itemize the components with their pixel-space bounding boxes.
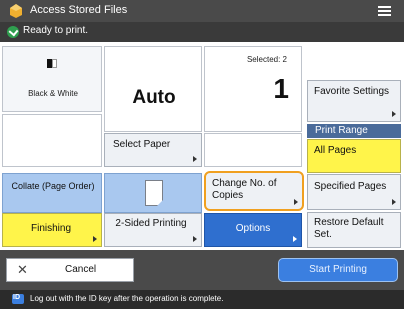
- change-copies-button[interactable]: Change No. of Copies: [204, 171, 304, 211]
- copies-display: Selected: 2 1: [204, 46, 302, 132]
- status-text: Ready to print.: [23, 25, 89, 36]
- chevron-right-icon: [392, 199, 396, 205]
- chevron-right-icon: [93, 236, 97, 242]
- footer-text: Log out with the ID key after the operat…: [30, 294, 224, 303]
- change-copies-label: Change No. of Copies: [212, 178, 277, 201]
- chevron-right-icon: [392, 111, 396, 117]
- start-printing-button[interactable]: Start Printing: [278, 258, 398, 282]
- document-icon: [145, 180, 163, 206]
- status-bar: Ready to print.: [0, 22, 404, 42]
- chevron-right-icon: [193, 236, 197, 242]
- selected-count-label: Selected: 2: [246, 55, 287, 64]
- print-range-heading: Print Range: [307, 124, 401, 138]
- finishing-button[interactable]: Finishing: [2, 213, 102, 247]
- specified-pages-label: Specified Pages: [314, 181, 387, 192]
- select-paper-button[interactable]: Select Paper: [104, 133, 202, 167]
- select-paper-label: Select Paper: [113, 139, 171, 150]
- options-button[interactable]: Options: [204, 213, 302, 247]
- color-mode-label: Black & White: [28, 89, 78, 98]
- paper-display: Auto: [104, 46, 202, 132]
- chevron-right-icon: [193, 156, 197, 162]
- copies-count: 1: [273, 73, 289, 104]
- ready-check-icon: [7, 26, 19, 38]
- cancel-button[interactable]: ✕ Cancel: [6, 258, 134, 282]
- finishing-label: Finishing: [30, 223, 72, 234]
- black-white-icon: [47, 59, 57, 68]
- all-pages-label: All Pages: [314, 145, 357, 156]
- restore-default-label: Restore Default Set.: [314, 217, 384, 240]
- collate-label: Collate (Page Order): [11, 181, 95, 191]
- blank-panel: [204, 133, 302, 167]
- color-mode-display: Black & White: [2, 46, 102, 112]
- specified-pages-button[interactable]: Specified Pages: [307, 174, 401, 210]
- two-sided-printing-button[interactable]: 2-Sided Printing: [104, 213, 202, 247]
- two-sided-label: 2-Sided Printing: [115, 218, 187, 229]
- chevron-right-icon: [293, 236, 297, 242]
- print-screen: Access Stored Files Ready to print. Blac…: [0, 0, 404, 309]
- title-bar: Access Stored Files: [0, 0, 404, 22]
- footer-bar: Log out with the ID key after the operat…: [0, 290, 404, 309]
- close-icon: ✕: [17, 262, 28, 277]
- start-printing-label: Start Printing: [309, 264, 367, 275]
- hamburger-menu-icon[interactable]: [374, 2, 396, 20]
- options-label: Options: [235, 223, 271, 234]
- action-bar: ✕ Cancel Start Printing: [0, 250, 404, 290]
- collate-button[interactable]: Collate (Page Order): [2, 173, 102, 213]
- blank-panel: [2, 114, 102, 167]
- favorite-settings-button[interactable]: Favorite Settings: [307, 80, 401, 122]
- all-pages-button[interactable]: All Pages: [307, 139, 401, 173]
- two-sided-icon-panel[interactable]: [104, 173, 202, 213]
- id-key-icon: [12, 294, 24, 304]
- stored-files-icon: [10, 4, 22, 18]
- window-title: Access Stored Files: [30, 4, 128, 16]
- chevron-right-icon: [294, 199, 298, 205]
- paper-value: Auto: [132, 87, 176, 108]
- cancel-label: Cancel: [65, 264, 97, 275]
- favorite-settings-label: Favorite Settings: [314, 86, 390, 97]
- restore-default-button[interactable]: Restore Default Set.: [307, 212, 401, 248]
